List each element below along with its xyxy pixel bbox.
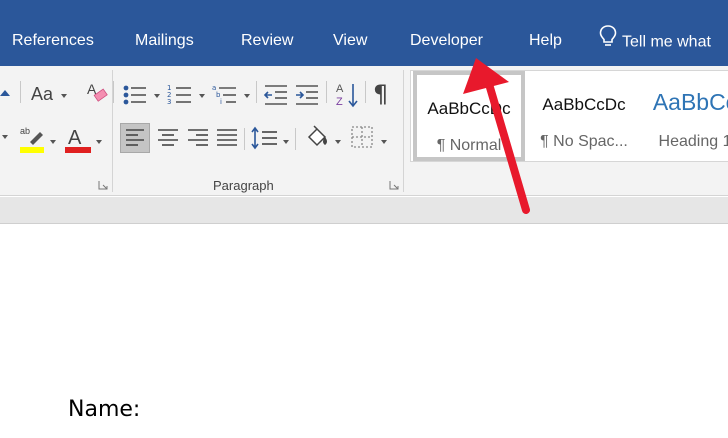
change-case-dropdown[interactable]	[61, 94, 67, 98]
font-color-icon[interactable]: A	[64, 124, 92, 154]
clear-formatting-icon[interactable]: A	[86, 82, 108, 104]
center-icon[interactable]	[154, 124, 182, 152]
tell-me-label: Tell me what	[622, 33, 711, 51]
style-name: ¶ Normal	[436, 137, 502, 154]
svg-text:A: A	[68, 127, 82, 149]
align-left-icon	[126, 129, 144, 146]
styles-gallery: AaBbCcDc ¶ Normal AaBbCcDc ¶ No Spac... …	[410, 70, 728, 162]
style-sample: AaBbCcDc	[427, 99, 511, 118]
bullets-dropdown[interactable]	[154, 94, 160, 98]
tab-help[interactable]: Help	[529, 24, 562, 58]
tab-developer[interactable]: Developer	[410, 24, 483, 58]
change-case-icon[interactable]: Aa	[31, 84, 53, 105]
svg-text:ab: ab	[20, 126, 30, 136]
increase-indent-icon[interactable]	[294, 84, 320, 106]
svg-text:A: A	[336, 83, 344, 95]
numbering-icon[interactable]: 1 2 3	[167, 84, 193, 106]
borders-dropdown[interactable]	[381, 140, 387, 144]
tell-me-search[interactable]: Tell me what	[598, 24, 711, 58]
tab-review[interactable]: Review	[241, 24, 293, 58]
document-page[interactable]: Name:	[0, 225, 728, 438]
line-spacing-icon[interactable]	[250, 124, 280, 152]
svg-text:i: i	[220, 98, 222, 106]
multilevel-list-icon[interactable]: a b i	[212, 84, 238, 106]
bullets-icon[interactable]	[122, 84, 148, 106]
style-no-spacing[interactable]: AaBbCcDc ¶ No Spac...	[528, 71, 640, 161]
style-normal[interactable]: AaBbCcDc ¶ Normal	[413, 71, 525, 161]
ribbon-tab-bar: References Mailings Review View Develope…	[0, 0, 728, 66]
align-right-icon[interactable]	[184, 124, 212, 152]
tab-view[interactable]: View	[333, 24, 367, 58]
style-name: ¶ No Spac...	[540, 133, 628, 150]
style-sample: AaBbCcDc	[542, 95, 626, 114]
decrease-indent-icon[interactable]	[263, 84, 289, 106]
sort-icon[interactable]: A Z	[336, 81, 360, 109]
show-paragraph-marks-icon[interactable]: ¶	[373, 80, 388, 108]
text-highlight-icon[interactable]: ab	[18, 124, 46, 154]
text-effects-dropdown[interactable]	[2, 132, 14, 144]
svg-text:3: 3	[167, 98, 171, 106]
svg-text:Z: Z	[336, 96, 343, 108]
font-color-dropdown[interactable]	[96, 140, 102, 144]
grow-font-icon[interactable]	[0, 88, 10, 98]
line-spacing-dropdown[interactable]	[283, 140, 289, 144]
align-left-button[interactable]	[120, 123, 150, 153]
ruler-area	[0, 197, 728, 224]
paragraph-group-label: Paragraph	[213, 178, 274, 193]
dialog-launcher-icon[interactable]	[98, 180, 108, 190]
lightbulb-icon	[598, 24, 620, 61]
style-name: Heading 1	[658, 133, 728, 150]
highlight-dropdown[interactable]	[50, 140, 56, 144]
tab-references[interactable]: References	[12, 24, 94, 58]
style-sample: AaBbCc	[652, 89, 728, 115]
shading-dropdown[interactable]	[335, 140, 341, 144]
borders-icon[interactable]	[349, 124, 375, 150]
tab-mailings[interactable]: Mailings	[135, 24, 194, 58]
shading-icon[interactable]	[303, 123, 331, 151]
style-heading-1[interactable]: AaBbCc Heading 1	[639, 71, 728, 161]
numbering-dropdown[interactable]	[199, 94, 205, 98]
justify-icon[interactable]	[213, 124, 241, 152]
dialog-launcher-icon[interactable]	[389, 180, 399, 190]
ribbon-home: Aa A 1 2 3 a b i A Z ¶ ab A Paragraph Aa…	[0, 66, 728, 196]
multilevel-dropdown[interactable]	[244, 94, 250, 98]
document-text: Name:	[68, 397, 141, 422]
